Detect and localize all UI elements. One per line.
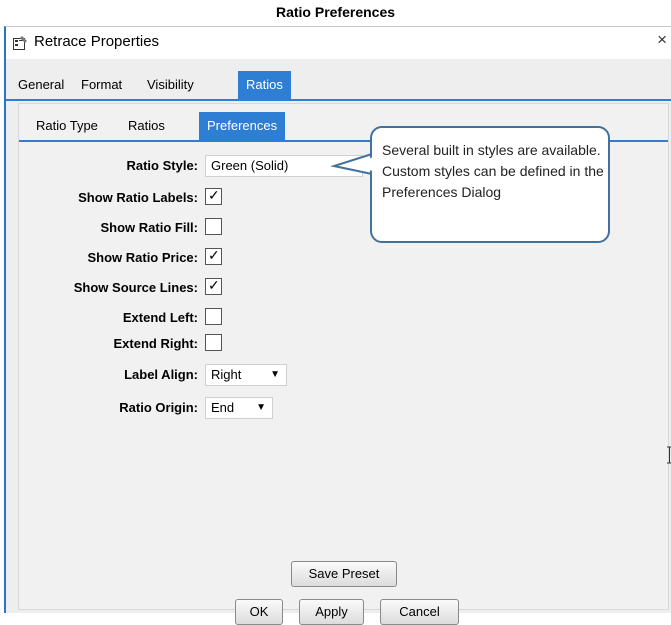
show-source-lines-checkbox[interactable]: ✓ (205, 277, 222, 295)
callout-pointer-mask (340, 157, 374, 171)
checkmark-icon: ✓ (208, 247, 220, 263)
text-cursor-icon (667, 446, 671, 469)
ratio-origin-value: End (211, 400, 235, 415)
show-ratio-labels-label: Show Ratio Labels: (78, 190, 198, 205)
checkmark-icon: ✓ (208, 277, 220, 293)
show-ratio-price-label: Show Ratio Price: (87, 250, 198, 265)
subtab-ratios[interactable]: Ratios (128, 112, 165, 140)
show-ratio-price-checkbox[interactable]: ✓ (205, 247, 222, 265)
extend-left-label: Extend Left: (122, 310, 198, 325)
ratio-style-value: Green (Solid) (211, 158, 289, 173)
save-preset-button[interactable]: Save Preset (291, 561, 397, 587)
tab-format[interactable]: Format (81, 71, 122, 99)
apply-button[interactable]: Apply (299, 599, 364, 625)
subtab-ratio-type[interactable]: Ratio Type (36, 112, 98, 140)
callout-text: Several built in styles are available. C… (382, 142, 604, 200)
tab-visibility[interactable]: Visibility (147, 71, 194, 99)
title-bar: Retrace Properties × (6, 27, 671, 59)
callout-note: Several built in styles are available. C… (370, 126, 610, 243)
show-source-lines-label: Show Source Lines: (73, 280, 198, 295)
cancel-button[interactable]: Cancel (380, 599, 459, 625)
retrace-properties-dialog: Retrace Properties × General Format Visi… (4, 26, 671, 625)
ratio-origin-label: Ratio Origin: (119, 400, 198, 415)
ratio-style-label: Ratio Style: (126, 158, 198, 173)
properties-icon (13, 36, 28, 50)
show-ratio-fill-checkbox[interactable] (205, 218, 222, 235)
ok-button[interactable]: OK (235, 599, 283, 625)
window-title: Retrace Properties (34, 33, 160, 50)
chevron-down-icon: ▼ (256, 402, 266, 413)
tab-ratios[interactable]: Ratios (238, 71, 291, 99)
show-ratio-fill-label: Show Ratio Fill: (100, 220, 199, 235)
label-align-label: Label Align: (124, 367, 198, 382)
main-tabs: General Format Visibility Ratios (6, 71, 671, 99)
extend-right-label: Extend Right: (113, 336, 199, 351)
extend-right-checkbox[interactable] (205, 334, 222, 351)
tab-general[interactable]: General (18, 71, 64, 99)
extend-left-checkbox[interactable] (205, 308, 222, 325)
checkmark-icon: ✓ (208, 187, 220, 203)
subtab-preferences[interactable]: Preferences (199, 112, 286, 140)
figure-caption: Ratio Preferences (275, 4, 396, 20)
label-align-value: Right (211, 367, 242, 382)
close-icon[interactable]: × (657, 30, 667, 50)
label-align-select[interactable]: Right ▼ (205, 364, 287, 386)
tabs-divider (6, 99, 671, 101)
show-ratio-labels-checkbox[interactable]: ✓ (205, 187, 222, 205)
ratio-origin-select[interactable]: End ▼ (205, 397, 273, 419)
chevron-down-icon: ▼ (270, 369, 280, 380)
